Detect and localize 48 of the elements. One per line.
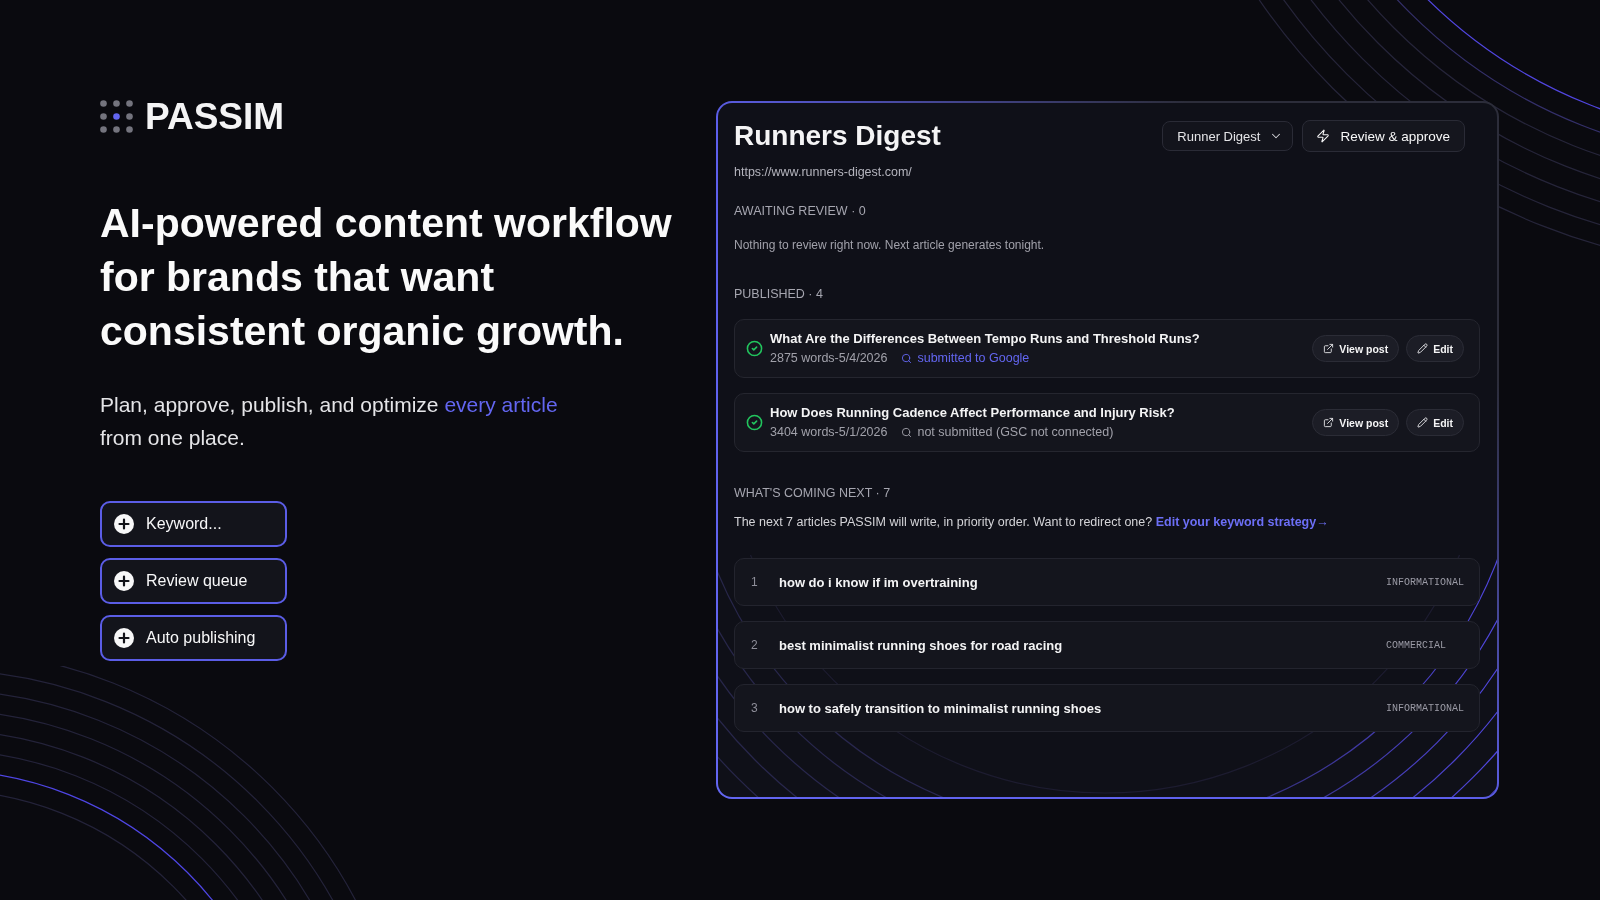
feature-button[interactable]: Keyword... bbox=[100, 501, 287, 547]
check-circle-icon bbox=[746, 414, 763, 431]
view-post-button[interactable]: View post bbox=[1312, 335, 1400, 362]
rank-number: 3 bbox=[751, 701, 759, 715]
section-heading: PUBLISHED · 4 bbox=[734, 286, 824, 303]
pencil-icon bbox=[1417, 417, 1429, 428]
index-status: submitted to Google bbox=[917, 350, 1030, 367]
rank-number: 2 bbox=[751, 638, 759, 652]
section-heading: AWAITING REVIEW · 0 bbox=[734, 203, 867, 220]
tagline-text: Plan, approve, publish, and optimize every article from one place. bbox=[100, 392, 559, 451]
intent-label: INFORMATIONAL bbox=[1386, 702, 1464, 714]
logo-dots-icon bbox=[100, 100, 133, 133]
section-heading: WHAT'S COMING NEXT · 7 bbox=[734, 485, 892, 502]
rank-number: 1 bbox=[751, 575, 759, 589]
index-status: not submitted (GSC not connected) bbox=[917, 424, 1114, 441]
brand-name: PASSIM bbox=[145, 100, 285, 133]
pencil-icon bbox=[1417, 343, 1429, 354]
headline: AI-powered content workflow for brands that want consistent organic growth. bbox=[100, 199, 673, 356]
edit-button[interactable]: Edit bbox=[1406, 409, 1464, 436]
queue-intro-text: The next 7 articles PASSIM will write, in priority order. Want to redirect one? Edit your keyword strategy→ bbox=[734, 514, 1330, 531]
edit-button[interactable]: Edit bbox=[1406, 335, 1464, 362]
feature-button[interactable]: Auto publishing bbox=[100, 615, 287, 661]
keyword-text: how to safely transition to minimalist running shoes bbox=[779, 700, 1103, 716]
search-icon bbox=[901, 353, 913, 364]
search-icon bbox=[901, 427, 913, 438]
intent-label: INFORMATIONAL bbox=[1386, 576, 1464, 588]
article-title: What Are the Differences Between Tempo Runs and Threshold Runs? bbox=[770, 330, 1201, 348]
plus-circle-icon bbox=[114, 628, 134, 648]
keyword-text: how do i know if im overtraining bbox=[779, 574, 979, 590]
site-select[interactable]: Runner Digest bbox=[1162, 121, 1294, 151]
keyword-text: best minimalist running shoes for road racing bbox=[779, 637, 1064, 653]
empty-message: Nothing to review right now. Next article generates tonight. bbox=[734, 237, 1046, 254]
site-url-text: https://www.runners-digest.com/ bbox=[734, 164, 913, 181]
lightning-icon bbox=[1316, 129, 1331, 143]
plus-circle-icon bbox=[114, 571, 134, 591]
review-approve-button[interactable]: Review & approve bbox=[1302, 120, 1465, 152]
plus-circle-icon bbox=[114, 514, 134, 534]
keyword-strategy-link[interactable]: Edit your keyword strategy→ bbox=[1155, 515, 1329, 529]
article-title: How Does Running Cadence Affect Performance and Injury Risk? bbox=[770, 404, 1176, 422]
external-link-icon bbox=[1323, 343, 1335, 354]
intent-label: COMMERCIAL bbox=[1386, 639, 1447, 651]
external-link-icon bbox=[1323, 417, 1335, 428]
article-meta: 2875 words-5/4/2026 bbox=[770, 350, 888, 367]
check-circle-icon bbox=[746, 340, 763, 357]
article-meta: 3404 words-5/1/2026 bbox=[770, 424, 888, 441]
view-post-button[interactable]: View post bbox=[1312, 409, 1400, 436]
site-title: Runners Digest bbox=[734, 119, 941, 153]
feature-button[interactable]: Review queue bbox=[100, 558, 287, 604]
